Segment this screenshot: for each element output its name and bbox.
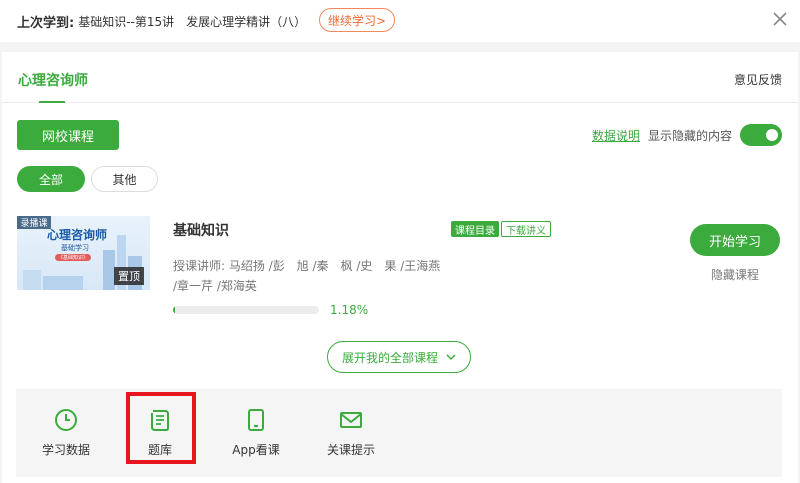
tab-psych-counselor[interactable]: 心理咨询师 — [18, 70, 88, 90]
tools-panel: 学习数据 题库 App看课 关课提示 — [16, 389, 782, 477]
tool-label: App看课 — [232, 443, 280, 457]
chevron-down-icon — [446, 354, 456, 360]
close-icon[interactable] — [772, 11, 788, 27]
thumb-building — [43, 276, 83, 290]
progress-percent: 1.18% — [330, 303, 369, 317]
feedback-link[interactable]: 意见反馈 — [734, 71, 782, 88]
tablet-icon — [248, 409, 264, 431]
mail-icon — [340, 412, 362, 428]
last-study-bar: 上次学到: 基础知识--第15讲 发展心理学精讲（八） 继续学习> — [0, 0, 800, 42]
course-catalog-badge[interactable]: 课程目录 — [451, 221, 499, 237]
course-thumbnail[interactable]: 录播课 心理咨询师 基础学习 《基础知识》 置顶 — [17, 216, 150, 290]
show-hidden-label: 显示隐藏的内容 — [648, 129, 733, 143]
thumb-building — [23, 270, 41, 290]
progress-fill — [173, 306, 176, 314]
course-title[interactable]: 基础知识 — [173, 220, 229, 240]
last-study-course: 基础知识--第15讲 — [78, 14, 175, 29]
pin-to-top-button[interactable]: 置顶 — [114, 267, 144, 285]
recorded-course-tag: 录播课 — [17, 216, 51, 229]
toggle-knob — [766, 129, 778, 141]
last-study-label: 上次学到: — [17, 15, 75, 31]
thumb-subtitle: 基础学习 — [61, 244, 89, 252]
course-card: 心理咨询师 意见反馈 网校课程 数据说明 显示隐藏的内容 全部 其他 录播课 心… — [2, 52, 798, 483]
teachers-line-1: 授课讲师: 马绍扬 /彭 旭 /秦 枫 /史 果 /王海燕 — [173, 259, 441, 273]
continue-study-button[interactable]: 继续学习> — [319, 8, 395, 32]
school-course-button[interactable]: 网校课程 — [17, 120, 119, 150]
tool-label: 学习数据 — [41, 443, 90, 457]
clock-icon — [55, 409, 77, 431]
teachers-line-2: /章一芹 /郑海英 — [173, 279, 257, 293]
data-explanation-link[interactable]: 数据说明 — [592, 127, 640, 144]
filter-all-button[interactable]: 全部 — [17, 166, 85, 192]
tool-label: 关课提示 — [326, 443, 375, 457]
expand-all-courses-button[interactable]: 展开我的全部课程 — [327, 341, 471, 373]
thumb-title: 心理咨询师 — [47, 228, 108, 242]
progress-bar — [173, 306, 319, 314]
start-study-button[interactable]: 开始学习 — [690, 224, 780, 256]
show-hidden-toggle[interactable] — [740, 124, 782, 146]
expand-label: 展开我的全部课程 — [341, 350, 438, 365]
header-divider — [2, 102, 798, 103]
thumb-pill: 《基础知识》 — [55, 254, 91, 261]
tool-app-watch[interactable]: App看课 — [216, 389, 296, 477]
tool-study-data[interactable]: 学习数据 — [26, 389, 106, 477]
download-handout-badge[interactable]: 下载讲义 — [501, 221, 551, 237]
hide-course-link[interactable]: 隐藏课程 — [711, 266, 759, 283]
filter-other-button[interactable]: 其他 — [91, 166, 158, 192]
active-tab-underline — [39, 101, 65, 103]
last-study-lesson: 发展心理学精讲（八） — [186, 14, 307, 29]
highlight-box — [126, 392, 196, 464]
tool-close-notice[interactable]: 关课提示 — [311, 389, 391, 477]
